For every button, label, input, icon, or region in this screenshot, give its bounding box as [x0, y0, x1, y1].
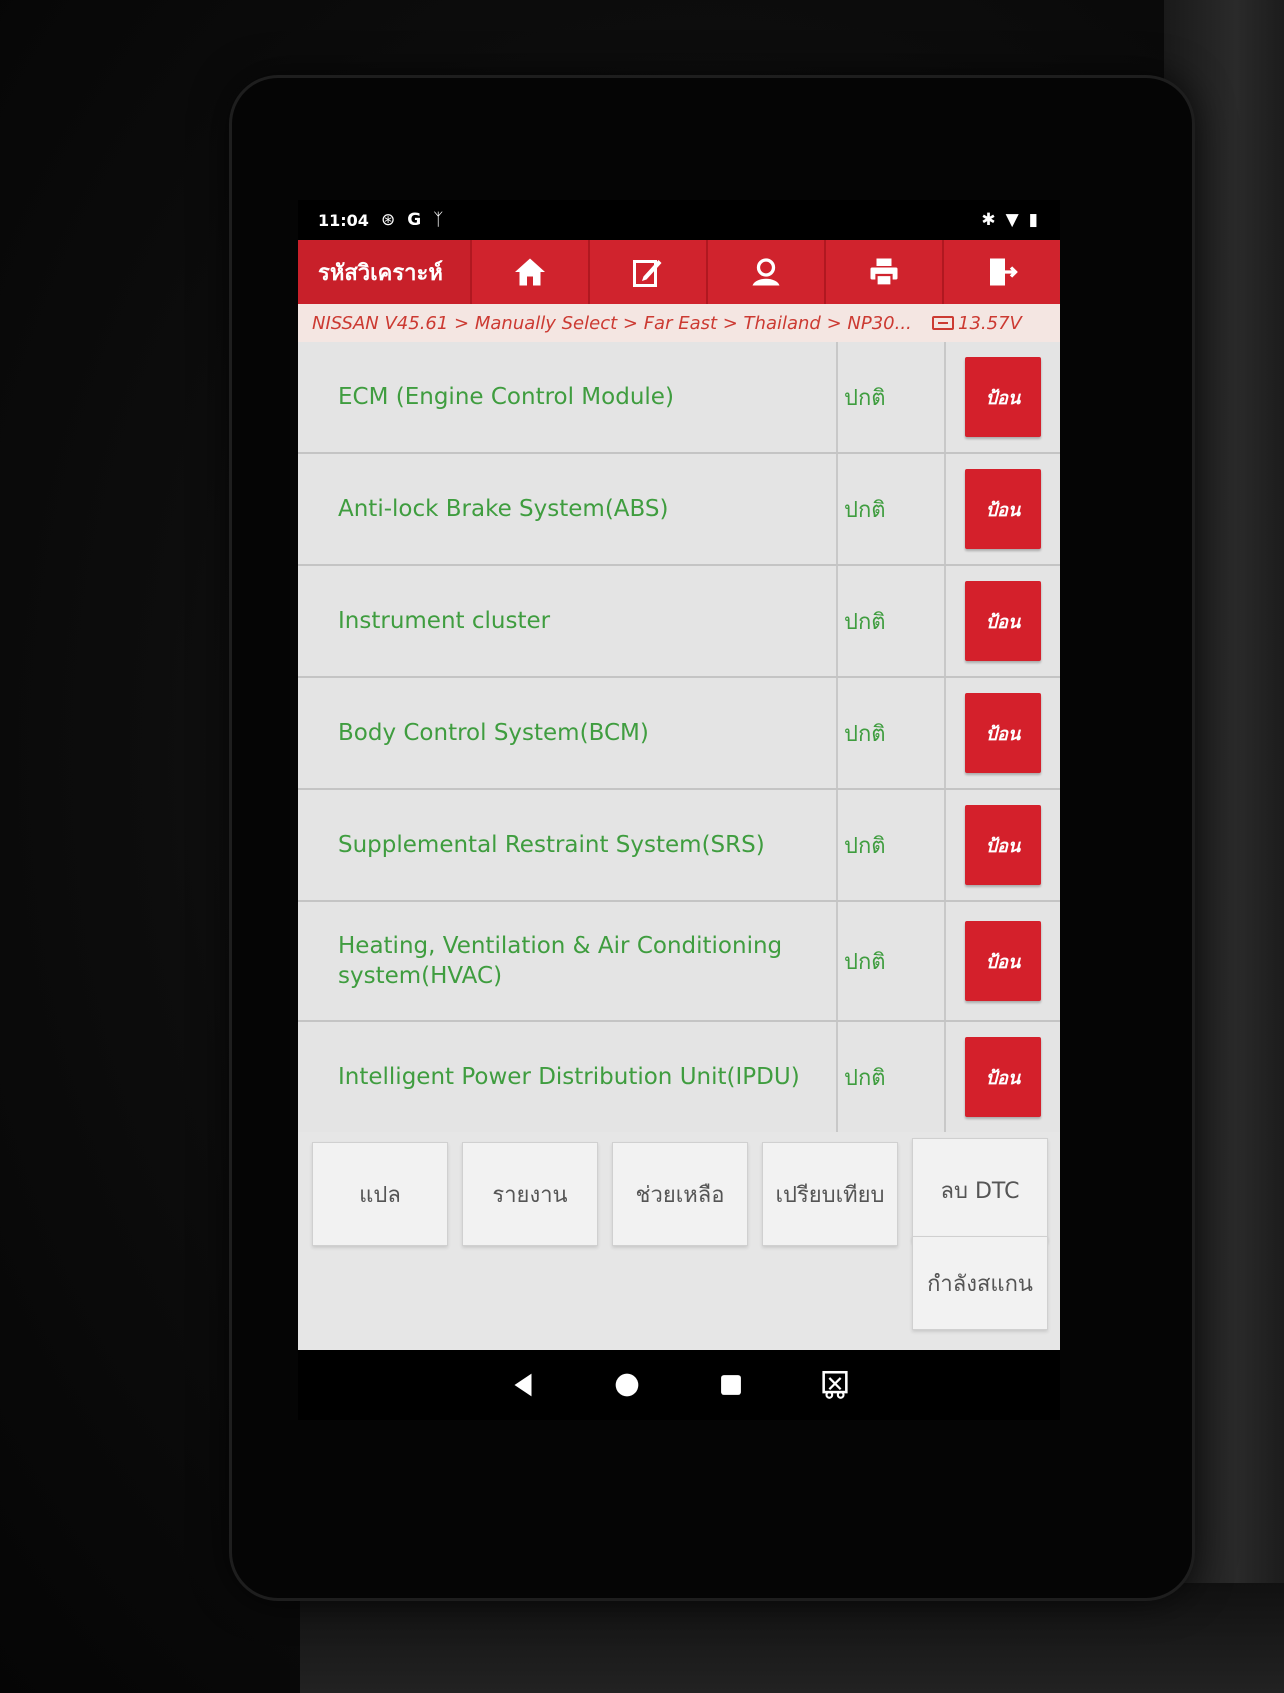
clear-dtc-button[interactable]: ลบ DTC	[912, 1138, 1048, 1242]
enter-button[interactable]: ป้อน	[965, 581, 1041, 661]
recents-icon[interactable]	[714, 1368, 748, 1402]
home-icon	[515, 258, 545, 286]
user-button[interactable]	[706, 240, 824, 304]
compare-button[interactable]: เปรียบเทียบ	[762, 1142, 898, 1246]
system-list[interactable]: ECM (Engine Control Module) ปกติ ป้อน An…	[298, 342, 1060, 1132]
android-nav-bar	[298, 1350, 1060, 1420]
module-status: ปกติ	[838, 566, 946, 676]
module-name: Instrument cluster	[298, 566, 838, 676]
module-status: ปกติ	[838, 902, 946, 1020]
voltage-value: 13.57V	[958, 312, 1022, 334]
module-status: ปกติ	[838, 1022, 946, 1132]
enter-button[interactable]: ป้อน	[965, 805, 1041, 885]
car-battery-icon	[932, 316, 954, 330]
module-status: ปกติ	[838, 454, 946, 564]
module-name: Supplemental Restraint System(SRS)	[298, 790, 838, 900]
list-item: Heating, Ventilation & Air Conditioning …	[298, 902, 1060, 1022]
enter-button[interactable]: ป้อน	[965, 693, 1041, 773]
status-time: 11:04	[318, 210, 369, 230]
edit-icon	[633, 260, 662, 287]
list-item: Supplemental Restraint System(SRS) ปกติ …	[298, 790, 1060, 902]
enter-button[interactable]: ป้อน	[965, 1037, 1041, 1117]
user-icon	[752, 258, 780, 286]
module-status: ปกติ	[838, 342, 946, 452]
enter-button[interactable]: ป้อน	[965, 357, 1041, 437]
list-item: ECM (Engine Control Module) ปกติ ป้อน	[298, 342, 1060, 454]
background-seat	[300, 1583, 1284, 1693]
module-name: Body Control System(BCM)	[298, 678, 838, 788]
function-bar: แปล รายงาน ช่วยเหลือ เปรียบเทียบ ลบ DTC …	[298, 1132, 1060, 1350]
edit-button[interactable]	[588, 240, 706, 304]
print-button[interactable]	[824, 240, 942, 304]
list-item: Anti-lock Brake System(ABS) ปกติ ป้อน	[298, 454, 1060, 566]
google-icon: G	[407, 210, 422, 230]
print-icon	[870, 258, 898, 287]
breadcrumb: NISSAN V45.61 > Manually Select > Far Ea…	[312, 312, 912, 334]
bluetooth-icon: ✱	[981, 210, 996, 230]
module-name: Intelligent Power Distribution Unit(IPDU…	[298, 1022, 838, 1132]
exit-button[interactable]	[942, 240, 1060, 304]
list-item: Intelligent Power Distribution Unit(IPDU…	[298, 1022, 1060, 1132]
scanning-button[interactable]: กำลังสแกน	[912, 1236, 1048, 1330]
module-status: ปกติ	[838, 678, 946, 788]
photo-scene: 11:04 ⊛ G ᛉ ✱ ▼ ▮ รหัสวิเคราะห์ NISSAN V…	[0, 0, 1284, 1693]
module-name: Heating, Ventilation & Air Conditioning …	[298, 902, 838, 1020]
battery-icon: ▮	[1028, 210, 1038, 230]
bluetooth-circle-icon: ⊛	[380, 210, 396, 230]
enter-button[interactable]: ป้อน	[965, 469, 1041, 549]
module-status: ปกติ	[838, 790, 946, 900]
tablet-screen: 11:04 ⊛ G ᛉ ✱ ▼ ▮ รหัสวิเคราะห์ NISSAN V…	[298, 200, 1060, 1350]
usb-debug-icon: ᛉ	[433, 210, 444, 230]
enter-button[interactable]: ป้อน	[965, 921, 1041, 1001]
translate-button[interactable]: แปล	[312, 1142, 448, 1246]
back-icon[interactable]	[506, 1368, 540, 1402]
module-name: Anti-lock Brake System(ABS)	[298, 454, 838, 564]
list-item: Instrument cluster ปกติ ป้อน	[298, 566, 1060, 678]
report-button[interactable]: รายงาน	[462, 1142, 598, 1246]
app-toolbar: รหัสวิเคราะห์	[298, 240, 1060, 304]
wifi-icon: ▼	[1005, 210, 1019, 230]
help-button[interactable]: ช่วยเหลือ	[612, 1142, 748, 1246]
status-bar: 11:04 ⊛ G ᛉ ✱ ▼ ▮	[298, 200, 1060, 238]
screenshot-icon[interactable]	[818, 1368, 852, 1402]
app-title: รหัสวิเคราะห์	[318, 260, 443, 286]
breadcrumb-bar: NISSAN V45.61 > Manually Select > Far Ea…	[298, 304, 1060, 343]
home-button[interactable]	[470, 240, 588, 304]
home-circle-icon[interactable]	[610, 1368, 644, 1402]
voltage-readout: 13.57V	[932, 313, 1022, 334]
exit-icon	[990, 258, 1018, 286]
module-name: ECM (Engine Control Module)	[298, 342, 838, 452]
list-item: Body Control System(BCM) ปกติ ป้อน	[298, 678, 1060, 790]
